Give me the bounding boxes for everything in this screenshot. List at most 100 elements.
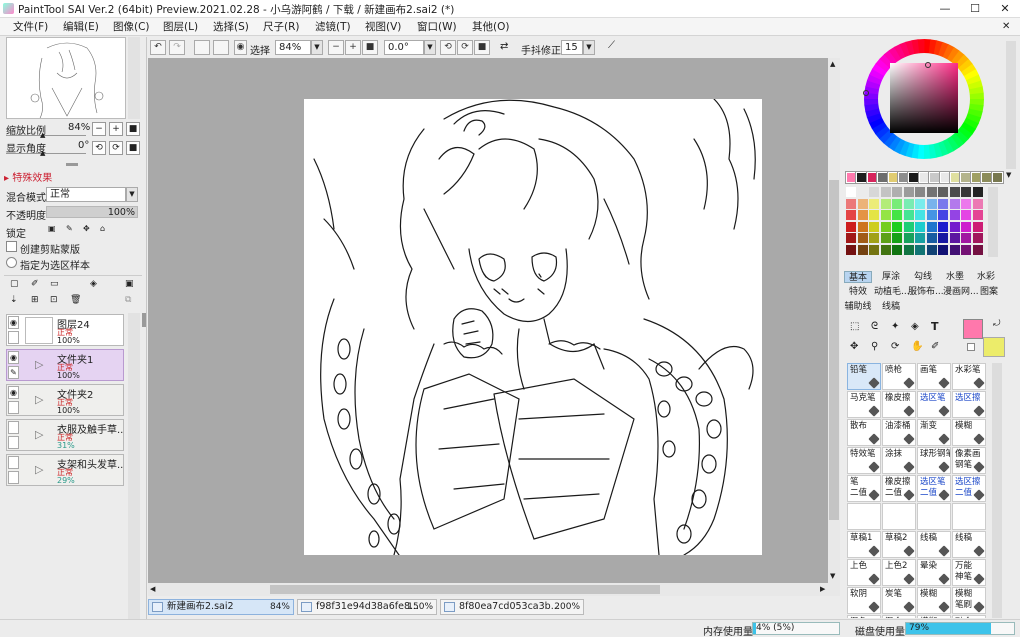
palette-swatch[interactable]: [959, 171, 973, 184]
scroll-up-icon[interactable]: ▲: [830, 60, 835, 68]
swatch-cell[interactable]: [972, 244, 983, 255]
nav-zoom-reset-button[interactable]: ■: [126, 122, 140, 136]
swatch-cell[interactable]: [880, 244, 891, 255]
swatch-cell[interactable]: [961, 198, 971, 209]
swatch-cell[interactable]: [938, 244, 948, 255]
brush-tab[interactable]: 厚涂: [877, 271, 905, 283]
swatch-cell[interactable]: [926, 187, 937, 197]
nav-rotate-reset-button[interactable]: ■: [126, 141, 140, 155]
zoom-input[interactable]: 84%: [275, 40, 311, 55]
doc-tab[interactable]: 新建画布2.sai2 84%: [148, 599, 294, 615]
swatch-cell[interactable]: [961, 244, 971, 255]
display-angle-slider[interactable]: [6, 153, 86, 154]
rotation-input[interactable]: 0.0°: [384, 40, 424, 55]
swatch-cell[interactable]: [949, 221, 960, 232]
swatch-cell[interactable]: [880, 221, 891, 232]
palette-swatch[interactable]: [855, 171, 869, 184]
swatch-cell[interactable]: [892, 187, 902, 197]
swatch-cell[interactable]: [972, 210, 983, 220]
rotate-icon[interactable]: ⟳: [891, 341, 899, 352]
brush-slot[interactable]: 模糊: [952, 419, 986, 446]
pencil-icon[interactable]: ✎: [8, 366, 19, 379]
layer-mask-icon[interactable]: ▣: [125, 279, 134, 289]
brush-slot[interactable]: [917, 503, 951, 530]
swatch-cell[interactable]: [892, 198, 902, 209]
menu-window[interactable]: 窗口(W): [417, 18, 457, 36]
menu-filter[interactable]: 滤镜(T): [315, 18, 351, 36]
swatch-cell[interactable]: [892, 210, 902, 220]
swatch-cell[interactable]: [915, 221, 925, 232]
stabilizer-input[interactable]: 15: [561, 40, 583, 55]
brush-slot[interactable]: 草稿1: [847, 531, 881, 558]
scroll-right-icon[interactable]: ▶: [820, 585, 825, 593]
new-folder-icon[interactable]: ▭: [50, 279, 59, 289]
swatch-cell[interactable]: [938, 210, 948, 220]
swatch-cell[interactable]: [915, 233, 925, 243]
swatch-cell[interactable]: [926, 233, 937, 243]
brush-tab[interactable]: 基本: [844, 271, 872, 283]
menu-image[interactable]: 图像(C): [113, 18, 150, 36]
palette-swatch[interactable]: [938, 171, 952, 184]
swatch-cell[interactable]: [869, 210, 879, 220]
palette-swatch[interactable]: [845, 171, 858, 184]
palette-swatch[interactable]: [907, 171, 921, 184]
lock-all-icon[interactable]: ⌂: [100, 224, 105, 233]
brush-slot[interactable]: 马克笔: [847, 391, 881, 418]
palette-swatch[interactable]: [980, 171, 994, 184]
brush-slot[interactable]: 选区擦: [952, 391, 986, 418]
swatch-cell[interactable]: [949, 198, 960, 209]
nav-zoom-out-button[interactable]: −: [92, 122, 106, 136]
swatch-cell[interactable]: [869, 198, 879, 209]
nav-zoom-in-button[interactable]: +: [109, 122, 123, 136]
new-layer-icon[interactable]: ▢: [10, 279, 19, 289]
brush-slot[interactable]: 晕染: [917, 559, 951, 586]
layer-select-icon[interactable]: ◈: [911, 321, 919, 332]
eye-hidden-icon[interactable]: ◉: [8, 456, 19, 469]
deselect-button[interactable]: [194, 40, 210, 55]
swatch-cell[interactable]: [846, 221, 856, 232]
brush-slot[interactable]: 炭笔: [882, 587, 916, 614]
swatch-cell[interactable]: [926, 221, 937, 232]
swatch-cell[interactable]: [961, 210, 971, 220]
brush-slot[interactable]: 上色2: [882, 559, 916, 586]
menu-layer[interactable]: 图层(L): [163, 18, 198, 36]
brush-slot[interactable]: 选区笔 二值: [917, 475, 951, 502]
palette-swatch[interactable]: [897, 171, 910, 184]
layer-item[interactable]: ◉ ✎ ▷ 文件夹1 正常 100%: [6, 349, 124, 381]
swatch-cell[interactable]: [869, 244, 879, 255]
eye-icon[interactable]: ◉: [8, 386, 19, 399]
stabilizer-dropdown[interactable]: ▼: [583, 40, 595, 55]
brush-slot[interactable]: 万能 神笔: [952, 559, 986, 586]
zoom-out-button[interactable]: −: [328, 40, 344, 55]
new-vector-layer-icon[interactable]: ✐: [31, 279, 39, 289]
brush-slot[interactable]: 上色: [847, 559, 881, 586]
brush-slot[interactable]: 选区擦 二值: [952, 475, 986, 502]
zoom-dropdown[interactable]: ▼: [311, 40, 323, 55]
doc-tab[interactable]: 8f80ea7cd053ca3b... 200%: [440, 599, 584, 615]
opacity-slider[interactable]: 100%: [46, 206, 138, 218]
lasso-icon[interactable]: ᘓ: [871, 321, 878, 332]
brush-slot[interactable]: 渐变: [917, 419, 951, 446]
brush-tab[interactable]: 动植毛...: [874, 286, 910, 298]
brush-slot[interactable]: 线稿: [952, 531, 986, 558]
text-tool-icon[interactable]: T: [931, 320, 939, 333]
swatch-cell[interactable]: [857, 210, 868, 220]
lock-paint-icon[interactable]: ✎: [66, 224, 73, 233]
brush-tab[interactable]: 图案: [978, 286, 1000, 298]
swatch-cell[interactable]: [892, 221, 902, 232]
close-button[interactable]: ✕: [990, 0, 1020, 18]
brush-tab[interactable]: 勾线: [908, 271, 938, 283]
folder-expand-icon[interactable]: ▷: [35, 393, 43, 406]
swatch-cell[interactable]: [846, 244, 856, 255]
merge-down-icon[interactable]: ⊞: [31, 295, 39, 305]
brush-slot[interactable]: [882, 503, 916, 530]
swatch-cell[interactable]: [938, 198, 948, 209]
swatch-cell[interactable]: [880, 233, 891, 243]
swatch-cell[interactable]: [857, 187, 868, 197]
swatch-cell[interactable]: [938, 221, 948, 232]
brush-slot[interactable]: 橡皮擦 二值: [882, 475, 916, 502]
layer-item[interactable]: ◉ ▷ 支架和头发草... 正常 29%: [6, 454, 124, 486]
swatch-cell[interactable]: [892, 233, 902, 243]
layer-link-toggle[interactable]: [8, 471, 19, 484]
layer-link-toggle[interactable]: [8, 436, 19, 449]
